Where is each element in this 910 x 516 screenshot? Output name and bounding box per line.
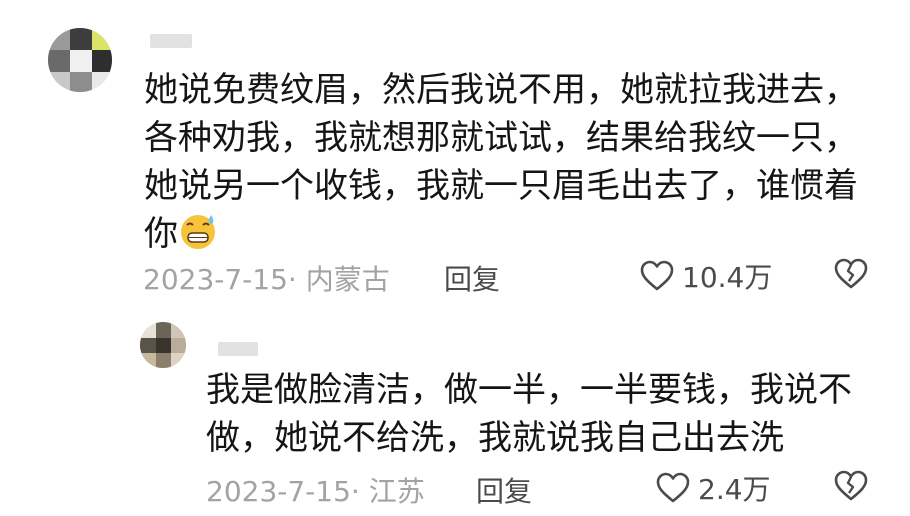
comment-body: 我是做脸清洁，做一半，一半要钱，我说不做，她说不给洗，我就说我自己出去洗 xyxy=(206,370,852,458)
avatar[interactable] xyxy=(48,28,112,92)
reply-button[interactable]: 回复 xyxy=(476,470,532,510)
broken-heart-icon xyxy=(834,258,868,289)
heart-outline-icon xyxy=(640,260,674,291)
username[interactable] xyxy=(218,342,258,356)
dislike-button[interactable] xyxy=(834,470,868,506)
like-count: 2.4万 xyxy=(698,473,771,506)
like-button[interactable]: 10.4万 xyxy=(640,256,772,296)
reply-button[interactable]: 回复 xyxy=(444,258,500,298)
username[interactable] xyxy=(150,34,192,48)
comment-2: 我是做脸清洁，做一半，一半要钱，我说不做，她说不给洗，我就说我自己出去洗 202… xyxy=(0,300,910,516)
comment-1: 她说免费纹眉，然后我说不用，她就拉我进去，各种劝我，我就想那就试试，结果给我纹一… xyxy=(0,0,910,300)
avatar[interactable] xyxy=(140,322,186,368)
timestamp-location: 2023-7-15· 内蒙古 xyxy=(143,263,390,296)
comment-text: 她说免费纹眉，然后我说不用，她就拉我进去，各种劝我，我就想那就试试，结果给我纹一… xyxy=(144,66,860,258)
like-button[interactable]: 2.4万 xyxy=(656,468,771,508)
like-count: 10.4万 xyxy=(682,261,773,294)
timestamp-location: 2023-7-15· 江苏 xyxy=(206,475,425,508)
comment-body: 她说免费纹眉，然后我说不用，她就拉我进去，各种劝我，我就想那就试试，结果给我纹一… xyxy=(144,70,858,254)
comment-text: 我是做脸清洁，做一半，一半要钱，我说不做，她说不给洗，我就说我自己出去洗 xyxy=(206,366,866,462)
dislike-button[interactable] xyxy=(834,258,868,294)
broken-heart-icon xyxy=(834,470,868,501)
heart-outline-icon xyxy=(656,472,690,503)
sweat-grin-emoji xyxy=(181,215,215,249)
